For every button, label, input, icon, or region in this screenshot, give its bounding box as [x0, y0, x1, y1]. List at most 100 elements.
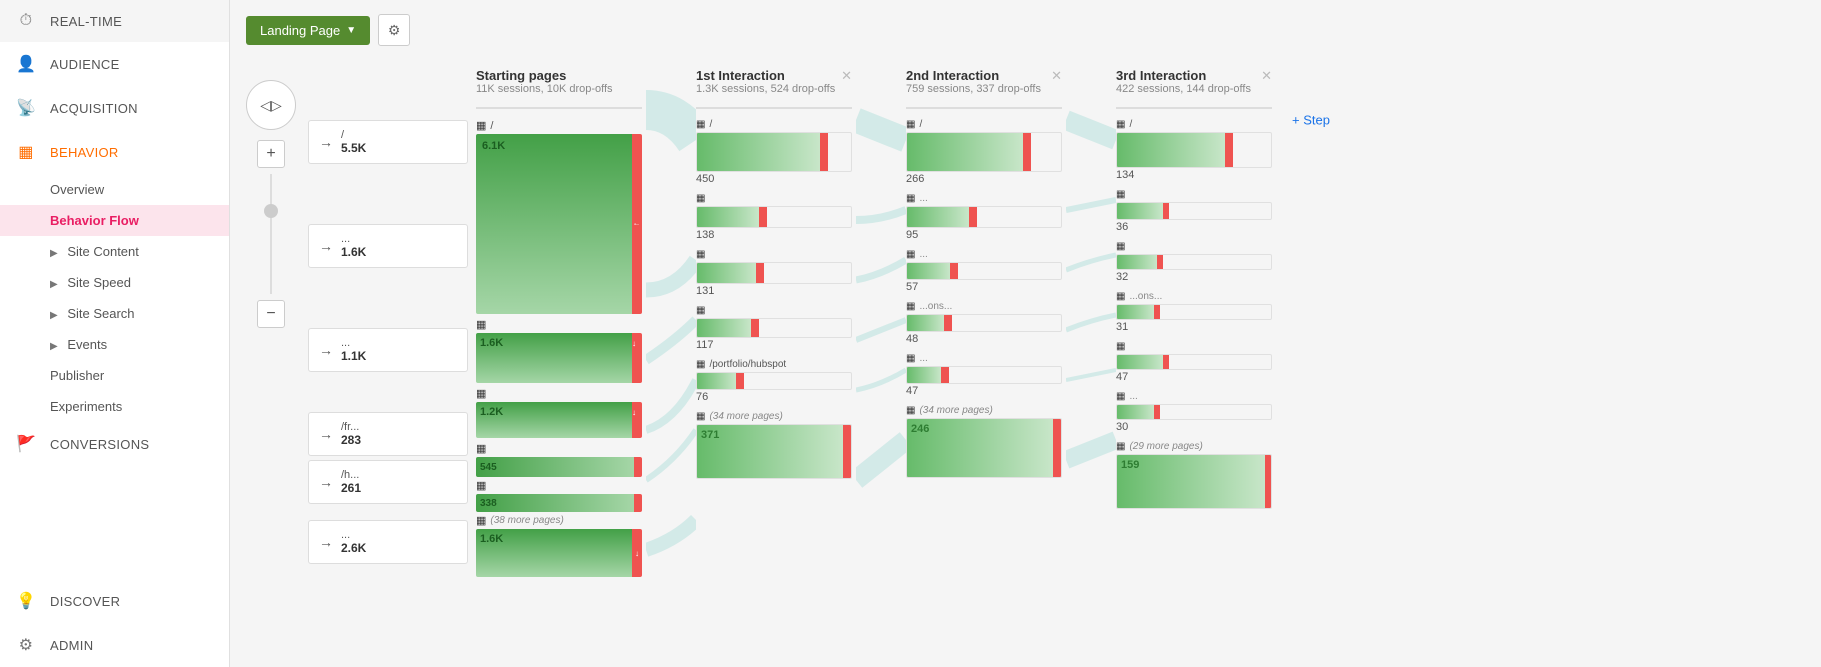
- real-time-icon: ⏱: [16, 12, 36, 30]
- sidebar-item-audience[interactable]: 👤 AUDIENCE: [0, 42, 229, 86]
- zoom-in-button[interactable]: +: [257, 140, 285, 168]
- sidebar-item-discover[interactable]: 💡 DISCOVER: [0, 579, 229, 623]
- interaction1-item-1[interactable]: ▦ 138: [696, 193, 852, 241]
- landing-page-button[interactable]: Landing Page ▼: [246, 16, 370, 45]
- sidebar-label-conversions: CONVERSIONS: [50, 437, 149, 452]
- interaction3-item-2[interactable]: ▦ 32: [1116, 241, 1272, 283]
- landing-page-label: Landing Page: [260, 23, 340, 38]
- interaction1-item-4[interactable]: ▦ /portfolio/hubspot 76: [696, 359, 852, 403]
- starting-pages-subtitle: 11K sessions, 10K drop-offs: [476, 83, 642, 95]
- interaction2-item-2[interactable]: ▦ ... 57: [906, 249, 1062, 293]
- starting-node-2[interactable]: → ... 1.1K: [308, 328, 468, 372]
- bar-more-label-5: (38 more pages): [490, 515, 563, 526]
- interaction3-item-3[interactable]: ▦ ...ons... 31: [1116, 291, 1272, 333]
- starting-node-1[interactable]: → ... 1.6K: [308, 224, 468, 268]
- starting-bar-5[interactable]: ▦ (38 more pages) 1.6K ↓: [476, 514, 642, 577]
- main-content: Landing Page ▼ ⚙ ◁▷ + −: [230, 0, 1821, 667]
- int3-count-2: 32: [1116, 271, 1272, 283]
- interaction3-item-6[interactable]: ▦ (29 more pages) 159: [1116, 441, 1272, 509]
- node-count-3: 283: [341, 433, 361, 447]
- expand-site-search-icon: ▶: [50, 310, 58, 321]
- int3-label-0: /: [1129, 119, 1132, 130]
- submenu-publisher[interactable]: Publisher: [50, 360, 229, 391]
- submenu-site-content[interactable]: ▶ Site Content: [50, 236, 229, 267]
- close-interaction1-icon[interactable]: ✕: [841, 68, 852, 84]
- int1-count-4: 76: [696, 391, 852, 403]
- int3-count-0: 134: [1116, 169, 1272, 181]
- submenu-site-speed[interactable]: ▶ Site Speed: [50, 267, 229, 298]
- interaction2-item-4[interactable]: ▦ ... 47: [906, 353, 1062, 397]
- drop-off-icon-0: ↓: [633, 222, 642, 226]
- node-label-1: ...: [341, 233, 366, 245]
- interaction1-item-3[interactable]: ▦ 117: [696, 305, 852, 351]
- drop-off-icon-5: ↓: [635, 549, 639, 558]
- interaction2-item-1[interactable]: ▦ ... 95: [906, 193, 1062, 241]
- int1-icon-1: ▦: [696, 193, 705, 204]
- interaction2-title: 2nd Interaction: [906, 68, 1062, 83]
- zoom-track: [270, 174, 272, 294]
- bar-icon-1: ▦: [476, 318, 486, 331]
- submenu-events[interactable]: ▶ Events: [50, 329, 229, 360]
- node-count-4: 261: [341, 481, 361, 495]
- int1-count-3: 117: [696, 339, 852, 351]
- submenu-site-speed-label: Site Speed: [67, 275, 131, 290]
- interaction3-item-1[interactable]: ▦ 36: [1116, 189, 1272, 233]
- submenu-overview[interactable]: Overview: [50, 174, 229, 205]
- starting-node-0[interactable]: → / 5.5K: [308, 120, 468, 164]
- bar-count-3: 545: [480, 462, 497, 473]
- node-arrow-icon-1: →: [319, 238, 333, 254]
- starting-bar-0[interactable]: ▦ / 6.1K ↓: [476, 119, 642, 314]
- expand-site-content-icon: ▶: [50, 248, 58, 259]
- acquisition-icon: 📡: [16, 98, 36, 118]
- bar-count-0: 6.1K: [482, 140, 505, 152]
- int3-count-3: 31: [1116, 321, 1272, 333]
- interaction3-item-0[interactable]: ▦ / 134: [1116, 119, 1272, 181]
- sidebar-item-acquisition[interactable]: 📡 ACQUISITION: [0, 86, 229, 130]
- node-label-3: /fr...: [341, 421, 361, 433]
- starting-bar-1[interactable]: ▦ 1.6K ↓: [476, 318, 642, 383]
- int2-count-0: 266: [906, 173, 1062, 185]
- interaction1-item-2[interactable]: ▦ 131: [696, 249, 852, 297]
- starting-bar-4[interactable]: ▦ 338: [476, 479, 642, 512]
- interaction1-item-0[interactable]: ▦ / 450: [696, 119, 852, 185]
- conversions-icon: 🚩: [16, 434, 36, 454]
- interaction2-item-0[interactable]: ▦ / 266: [906, 119, 1062, 185]
- int1-icon-5: ▦: [696, 411, 705, 422]
- int3-icon-6: ▦: [1116, 441, 1125, 452]
- close-interaction3-icon[interactable]: ✕: [1261, 68, 1272, 84]
- sidebar-item-behavior[interactable]: ▦ BEHAVIOR: [0, 130, 229, 174]
- starting-node-5[interactable]: → ... 2.6K: [308, 520, 468, 564]
- zoom-thumb[interactable]: [264, 204, 278, 218]
- submenu-site-search[interactable]: ▶ Site Search: [50, 298, 229, 329]
- interaction2-item-5[interactable]: ▦ (34 more pages) 246: [906, 405, 1062, 478]
- drop-off-icon-2: ↓: [632, 408, 636, 417]
- starting-node-3[interactable]: → /fr... 283: [308, 412, 468, 456]
- int2-icon-3: ▦: [906, 301, 915, 312]
- flow-area: ◁▷ + − → / 5.5K: [230, 60, 1821, 667]
- sidebar-item-admin[interactable]: ⚙ ADMIN: [0, 623, 229, 667]
- interaction1-item-5[interactable]: ▦ (34 more pages) 371: [696, 411, 852, 479]
- zoom-out-button[interactable]: −: [257, 300, 285, 328]
- interaction3-item-5[interactable]: ▦ ... 30: [1116, 391, 1272, 433]
- sidebar-item-real-time[interactable]: ⏱ REAL-TIME: [0, 0, 229, 42]
- int3-icon-5: ▦: [1116, 391, 1125, 402]
- nav-circle[interactable]: ◁▷: [246, 80, 296, 130]
- plus-step-button[interactable]: + Step: [1292, 113, 1330, 128]
- starting-bar-2[interactable]: ▦ 1.2K ↓: [476, 387, 642, 438]
- sidebar-item-conversions[interactable]: 🚩 CONVERSIONS: [0, 422, 229, 466]
- interaction3-item-4[interactable]: ▦ 47: [1116, 341, 1272, 383]
- starting-bar-3[interactable]: ▦ 545: [476, 442, 642, 477]
- close-interaction2-icon[interactable]: ✕: [1051, 68, 1062, 84]
- starting-node-4[interactable]: → /h... 261: [308, 460, 468, 504]
- submenu-behavior-flow[interactable]: Behavior Flow: [0, 205, 229, 236]
- int2-label-2: ...: [919, 249, 927, 260]
- int3-count-6: 159: [1121, 459, 1139, 471]
- settings-button[interactable]: ⚙: [378, 14, 410, 46]
- submenu-experiments[interactable]: Experiments: [50, 391, 229, 422]
- bar-count-1: 1.6K: [480, 337, 503, 349]
- node-label-0: /: [341, 129, 366, 141]
- int2-label-0: /: [919, 119, 922, 130]
- node-count-5: 2.6K: [341, 541, 366, 555]
- int3-more-label: (29 more pages): [1129, 441, 1202, 452]
- interaction2-item-3[interactable]: ▦ ...ons... 48: [906, 301, 1062, 345]
